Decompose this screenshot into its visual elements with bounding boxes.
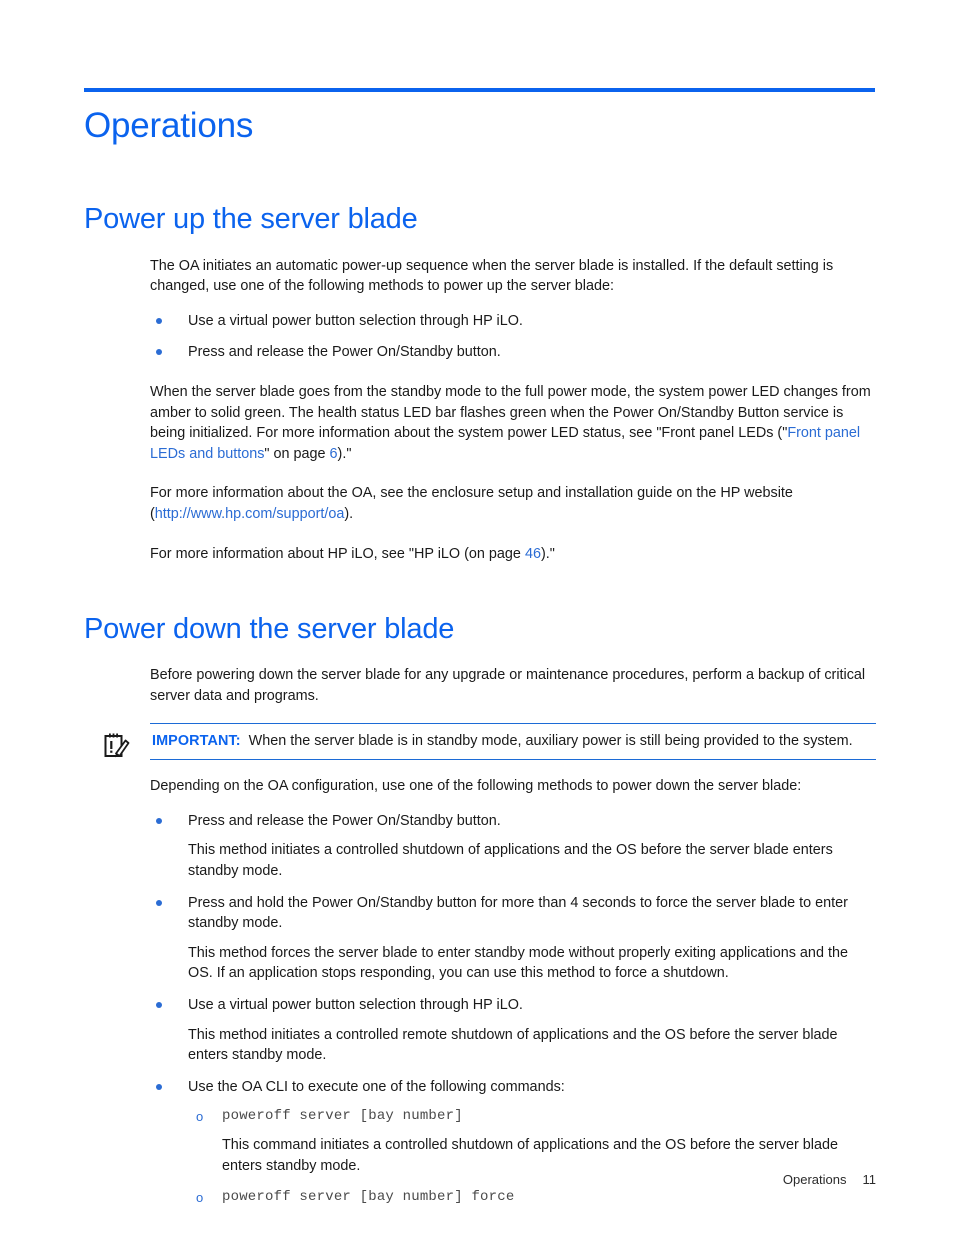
important-label: IMPORTANT: bbox=[152, 732, 241, 749]
list-item-label: Use the OA CLI to execute one of the fol… bbox=[188, 1078, 565, 1095]
paragraph-ilo-text-a: For more information about HP iLO, see "… bbox=[150, 545, 525, 562]
cli-command: poweroff server [bay number] force bbox=[222, 1188, 515, 1205]
paragraph-ilo-text-b: )." bbox=[540, 545, 555, 562]
paragraph-hp-ilo-reference: For more information about HP iLO, see "… bbox=[150, 544, 876, 565]
list-item: Use a virtual power button selection thr… bbox=[150, 995, 876, 1066]
bullet-dot-icon bbox=[156, 899, 162, 906]
circle-marker-icon: o bbox=[196, 1189, 204, 1205]
list-item-label: Press and hold the Power On/Standby butt… bbox=[188, 894, 848, 932]
bullet-dot-icon bbox=[156, 1002, 162, 1008]
cli-command: poweroff server [bay number] bbox=[222, 1108, 463, 1125]
list-item: Use a virtual power button selection thr… bbox=[150, 311, 876, 332]
section-heading-power-down: Power down the server blade bbox=[84, 613, 455, 646]
paragraph-power-down-lead: Depending on the OA configuration, use o… bbox=[150, 778, 802, 795]
cli-list-item: o poweroff server [bay number] force bbox=[188, 1187, 876, 1207]
list-item-detail: This method forces the server blade to e… bbox=[188, 944, 848, 982]
document-page: Operations Power up the server blade The… bbox=[0, 0, 954, 1235]
bullet-dot-icon bbox=[156, 317, 162, 324]
important-notepad-icon bbox=[104, 732, 130, 760]
chapter-top-rule bbox=[84, 88, 875, 92]
page-content: Operations Power up the server blade The… bbox=[84, 100, 876, 1207]
link-hp-support-oa-url[interactable]: http://www.hp.com/support/oa bbox=[155, 506, 345, 522]
link-page-6[interactable]: 6 bbox=[330, 446, 338, 462]
important-callout-body: IMPORTANT: When the server blade is in s… bbox=[150, 722, 876, 761]
list-item-label: Press and release the Power On/Standby b… bbox=[188, 344, 501, 361]
important-callout: IMPORTANT: When the server blade is in s… bbox=[84, 722, 876, 761]
bullet-dot-icon bbox=[156, 817, 162, 824]
section-body-power-down-intro: Before powering down the server blade fo… bbox=[150, 665, 876, 706]
bullet-dot-icon bbox=[156, 349, 162, 356]
footer-page-number: 11 bbox=[862, 1172, 877, 1187]
circle-marker-icon: o bbox=[196, 1109, 204, 1125]
list-item: Use the OA CLI to execute one of the fol… bbox=[150, 1077, 876, 1207]
list-item-detail: This method initiates a controlled shutd… bbox=[188, 842, 833, 880]
section-heading-power-up: Power up the server blade bbox=[84, 203, 418, 236]
paragraph-oa-website: For more information about the OA, see t… bbox=[150, 483, 876, 524]
section-body-power-down: Depending on the OA configuration, use o… bbox=[150, 776, 876, 1206]
list-item-label: Use a virtual power button selection thr… bbox=[188, 312, 523, 329]
paragraph-led-status: When the server blade goes from the stan… bbox=[150, 382, 876, 464]
important-message: When the server blade is in standby mode… bbox=[248, 732, 853, 749]
paragraph-led-text-a: When the server blade goes from the stan… bbox=[150, 383, 871, 442]
bullet-dot-icon bbox=[156, 1083, 162, 1090]
paragraph-power-down-intro: Before powering down the server blade fo… bbox=[150, 667, 866, 705]
paragraph-power-up-intro: The OA initiates an automatic power-up s… bbox=[150, 257, 834, 295]
important-callout-text: IMPORTANT: When the server blade is in s… bbox=[150, 731, 876, 752]
cli-list-item: o poweroff server [bay number] This comm… bbox=[188, 1106, 876, 1176]
cli-command-list: o poweroff server [bay number] This comm… bbox=[188, 1106, 876, 1206]
page-title: Operations bbox=[84, 106, 254, 145]
cli-command-detail: This command initiates a controlled shut… bbox=[222, 1137, 838, 1174]
paragraph-led-text-c: )." bbox=[337, 445, 352, 462]
list-item: Press and hold the Power On/Standby butt… bbox=[150, 893, 876, 984]
section-body-power-up: The OA initiates an automatic power-up s… bbox=[150, 256, 876, 565]
list-item-label: Press and release the Power On/Standby b… bbox=[188, 812, 501, 829]
page-footer: Operations 11 bbox=[783, 1172, 876, 1187]
footer-chapter-label: Operations bbox=[782, 1172, 847, 1187]
link-page-46[interactable]: 46 bbox=[525, 546, 541, 562]
list-item: Press and release the Power On/Standby b… bbox=[150, 811, 876, 882]
bullet-list-power-up: Use a virtual power button selection thr… bbox=[150, 311, 876, 363]
bullet-list-power-down: Press and release the Power On/Standby b… bbox=[150, 811, 876, 1207]
list-item: Press and release the Power On/Standby b… bbox=[150, 342, 876, 363]
list-item-detail: This method initiates a controlled remot… bbox=[188, 1026, 838, 1064]
list-item-label: Use a virtual power button selection thr… bbox=[188, 997, 523, 1013]
paragraph-led-text-b: " on page bbox=[264, 445, 330, 462]
paragraph-oa-text-b: ). bbox=[344, 505, 354, 522]
